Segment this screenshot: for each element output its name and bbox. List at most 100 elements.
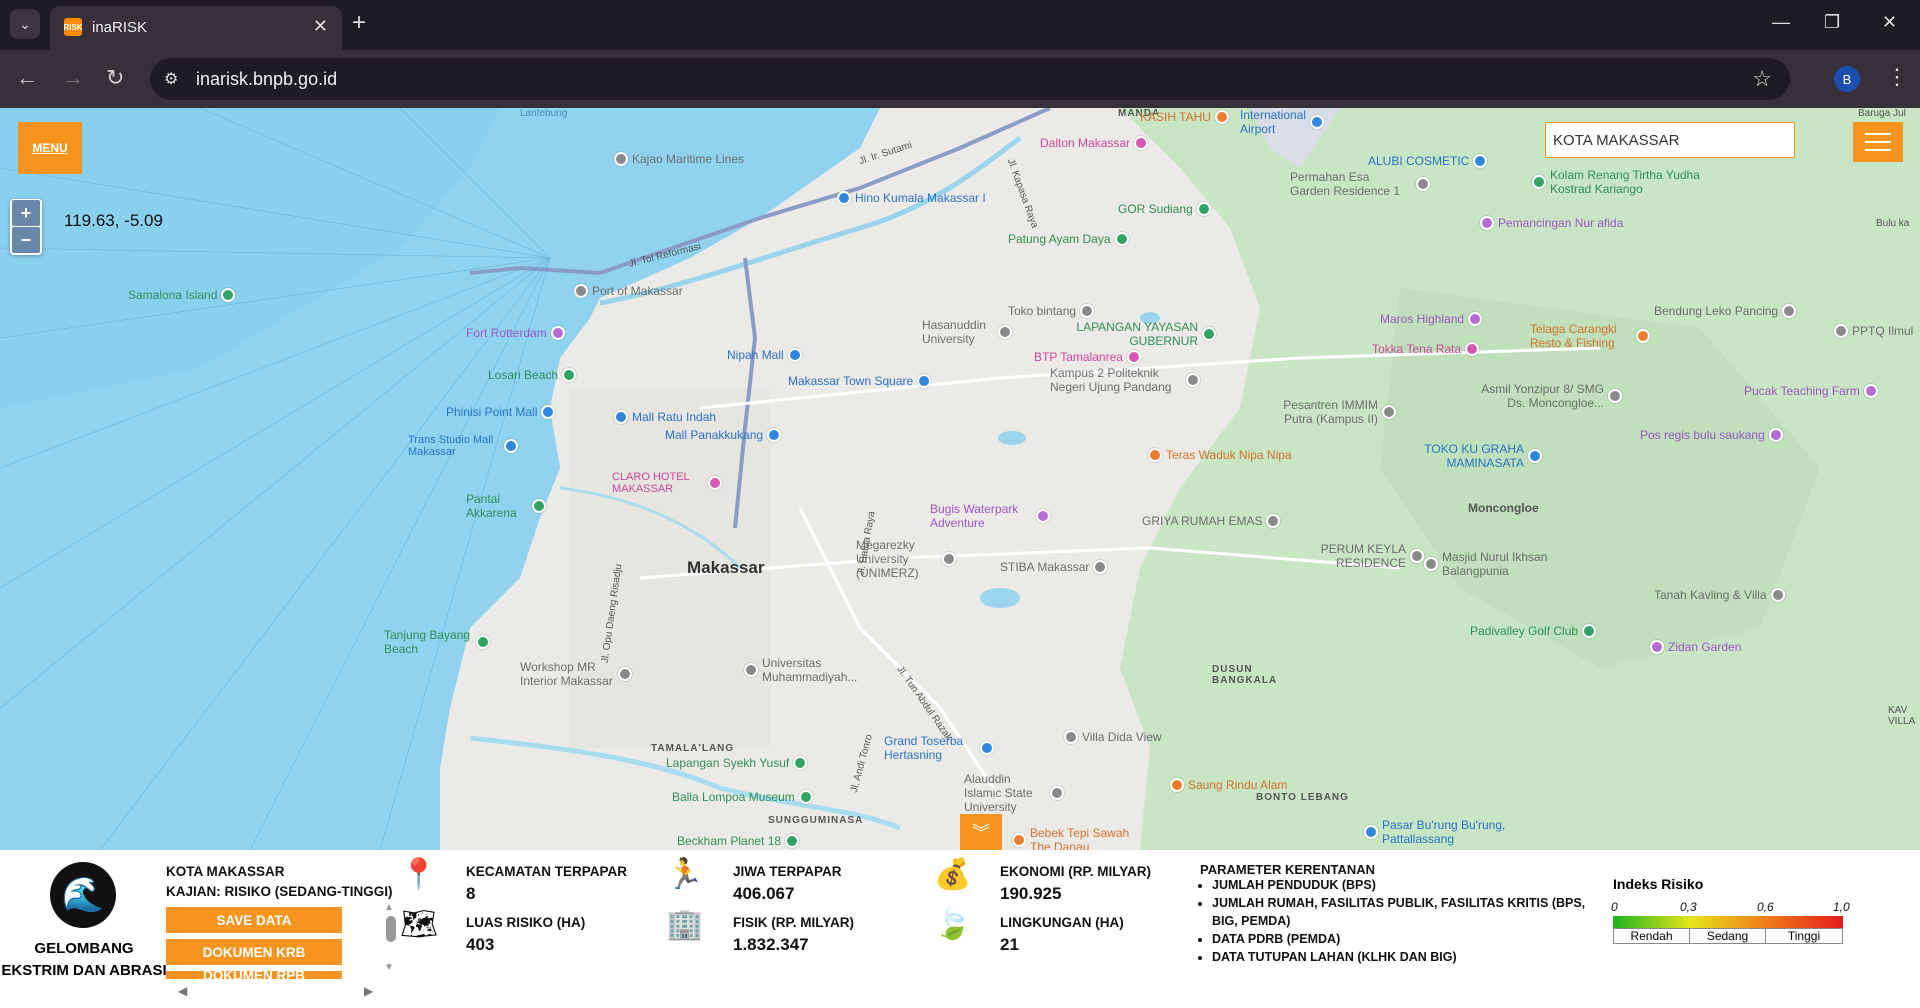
zoom-out-button[interactable]: − <box>12 227 40 253</box>
map-poi[interactable]: Makassar Town Square <box>788 374 932 388</box>
restore-button[interactable]: ❐ <box>1824 12 1840 33</box>
site-info-icon[interactable]: ⚙ <box>164 69 178 89</box>
vertical-scrollbar-thumb[interactable] <box>386 916 396 942</box>
map-poi[interactable]: BTP Tamalanrea <box>1034 350 1141 364</box>
fisik-label: FISIK (RP. MILYAR) <box>733 915 855 930</box>
map-poi[interactable]: Phinisi Point Mall <box>446 405 556 419</box>
map-poi[interactable]: Losari Beach <box>488 368 577 382</box>
map-poi[interactable]: TOKO KU GRAHA MAMINASATA <box>1420 442 1542 470</box>
poi-marker-icon <box>1202 327 1216 341</box>
poi-marker-icon <box>1364 825 1378 839</box>
map-poi[interactable]: Mall Ratu Indah <box>614 410 716 424</box>
map-poi[interactable]: Tokka Tena Rata <box>1372 342 1480 356</box>
map-poi[interactable]: Saung Rindu Alam <box>1170 778 1287 792</box>
map-poi[interactable]: Pemancingan Nur afida <box>1480 216 1623 230</box>
tab-list-button[interactable]: ⌄ <box>10 9 40 39</box>
scroll-left-icon[interactable]: ◀ <box>178 984 187 998</box>
map-poi[interactable]: Maros Highland <box>1380 312 1483 326</box>
map-poi[interactable]: Bendung Leko Pancing <box>1654 304 1797 318</box>
map-poi[interactable]: GOR Sudiang <box>1118 202 1211 216</box>
new-tab-button[interactable]: + <box>352 10 366 36</box>
collapse-panel-button[interactable]: ︾ <box>960 814 1002 850</box>
map-poi[interactable]: Zidan Garden <box>1650 640 1741 654</box>
address-bar[interactable]: ⚙ inarisk.bnpb.go.id ☆ <box>150 58 1790 100</box>
map-poi[interactable]: Pantai Akkarena <box>466 492 546 520</box>
map-poi[interactable]: Kampus 2 Politeknik Negeri Ujung Pandang <box>1050 366 1200 394</box>
menu-button[interactable]: MENU <box>18 122 82 174</box>
poi-marker-icon <box>1148 448 1162 462</box>
reload-button[interactable]: ↻ <box>106 64 124 92</box>
browser-tab[interactable]: RISK inaRISK ✕ <box>50 6 342 50</box>
map-poi[interactable]: STIBA Makassar <box>1000 560 1108 574</box>
tab-close-icon[interactable]: ✕ <box>313 16 328 37</box>
map-poi[interactable]: Samalona Island <box>128 288 236 302</box>
dokumen-rpb-button[interactable]: DOKUMEN RPB <box>166 971 342 979</box>
map-poi[interactable]: CLARO HOTEL MAKASSAR <box>612 471 722 495</box>
map-poi[interactable]: Mall Panakkukang <box>665 428 782 442</box>
map-poi[interactable]: Masjid Nurul Ikhsan Balangpunia <box>1424 550 1564 578</box>
map-poi[interactable]: Permahan Esa Garden Residence 1 <box>1290 170 1430 198</box>
map-poi[interactable]: International Airport <box>1240 108 1324 136</box>
scroll-right-icon[interactable]: ▶ <box>364 984 373 998</box>
map-poi[interactable]: Villa Dida View <box>1064 730 1162 744</box>
bookmark-star-icon[interactable]: ☆ <box>1752 66 1772 92</box>
map-poi[interactable]: Pos regis bulu saukang <box>1640 428 1783 442</box>
poi-marker-icon <box>1114 232 1129 246</box>
map-poi[interactable]: Grand Toserba Hertasning <box>884 734 994 762</box>
scroll-up-icon[interactable]: ▲ <box>384 902 394 913</box>
map-poi[interactable]: Balla Lompoa Museum <box>672 790 813 804</box>
map-poi[interactable]: Port of Makassar <box>574 284 683 298</box>
luas-value: 403 <box>466 935 495 954</box>
map-poi[interactable]: PPTQ Ilmul <box>1834 324 1913 338</box>
map-poi[interactable]: Lapangan Syekh Yusuf <box>666 756 808 770</box>
map-poi[interactable]: Universitas Muhammadiyah... <box>744 656 874 684</box>
region-search-input[interactable] <box>1545 122 1795 158</box>
back-button[interactable]: ← <box>16 64 38 92</box>
save-data-button[interactable]: SAVE DATA <box>166 907 342 933</box>
map-poi[interactable]: Patung Ayam Daya <box>1008 232 1129 246</box>
window-close-button[interactable]: ✕ <box>1882 12 1897 33</box>
forward-button[interactable]: → <box>62 64 84 92</box>
map-poi[interactable]: Beckham Planet 18 <box>677 834 800 848</box>
zoom-in-button[interactable]: + <box>12 200 40 226</box>
map-poi[interactable]: Hasanuddin University <box>922 318 1012 346</box>
map-poi[interactable]: Teras Waduk Nipa Nipa <box>1148 448 1292 462</box>
map-poi[interactable]: Dalton Makassar <box>1040 136 1149 150</box>
map-poi[interactable]: LAPANGAN YAYASAN GUBERNUR <box>1066 320 1216 348</box>
map-poi[interactable]: Trans Studio Mall Makassar <box>408 434 518 458</box>
map-poi[interactable]: Pasar Bu'rung Bu'rung, Pattallassang <box>1364 818 1544 846</box>
map-poi[interactable]: Bugis Waterpark Adventure <box>930 502 1050 530</box>
map-poi[interactable]: Hino Kumala Makassar I <box>837 191 986 205</box>
map-poi[interactable]: Kolam Renang Tirtha Yudha Kostrad Karian… <box>1532 168 1722 196</box>
map-poi[interactable]: Padivalley Golf Club <box>1470 624 1597 638</box>
minimize-button[interactable]: — <box>1772 12 1790 33</box>
map-poi[interactable]: PERUM KEYLA RESIDENCE <box>1318 542 1424 570</box>
map-poi[interactable]: Telaga Carangki Resto & Fishing <box>1530 322 1650 350</box>
map-poi[interactable]: Nipah Mall <box>727 348 802 362</box>
map-poi[interactable]: Megarezky University (UNIMERZ) <box>856 538 956 580</box>
poi-marker-icon <box>942 552 956 566</box>
map-poi[interactable]: Pesantren IMMIM Putra (Kampus II) <box>1266 398 1396 426</box>
map-poi[interactable]: ALUBI COSMETIC <box>1368 154 1488 168</box>
map-poi[interactable]: KASIH TAHU <box>1140 110 1229 124</box>
poi-marker-icon <box>1424 557 1438 571</box>
map-poi[interactable]: Fort Rotterdam <box>466 326 565 340</box>
map-poi[interactable]: Toko bintang <box>1008 304 1095 318</box>
jiwa-value: 406.067 <box>733 884 795 903</box>
map-poi[interactable]: Workshop MR Interior Makassar <box>520 660 632 688</box>
poi-marker-icon <box>574 284 588 298</box>
risk-map[interactable]: Lantebung MANDA Makassar TAMALA'LANG SUN… <box>0 108 1920 850</box>
scroll-down-icon[interactable]: ▼ <box>384 962 394 973</box>
browser-menu-icon[interactable]: ⋮ <box>1886 64 1908 90</box>
dokumen-krb-button[interactable]: DOKUMEN KRB <box>166 939 342 965</box>
map-poi[interactable]: Tanjung Bayang Beach <box>384 628 490 656</box>
map-poi[interactable]: Tanah Kavling & Villa <box>1654 588 1785 602</box>
map-poi[interactable]: Alauddin Islamic State University <box>964 772 1064 814</box>
map-poi[interactable]: Kajao Maritime Lines <box>614 152 744 166</box>
map-poi[interactable]: Bebek Tepi Sawah The Danau <box>1012 826 1152 850</box>
profile-avatar[interactable]: B <box>1834 66 1860 92</box>
map-poi[interactable]: GRIYA RUMAH EMAS <box>1142 514 1281 528</box>
map-poi[interactable]: Pucak Teaching Farm <box>1744 384 1878 398</box>
map-poi[interactable]: Asmil Yonzipur 8/ SMG Ds. Moncongloe... <box>1462 382 1622 410</box>
hamburger-menu-icon[interactable] <box>1853 122 1903 162</box>
